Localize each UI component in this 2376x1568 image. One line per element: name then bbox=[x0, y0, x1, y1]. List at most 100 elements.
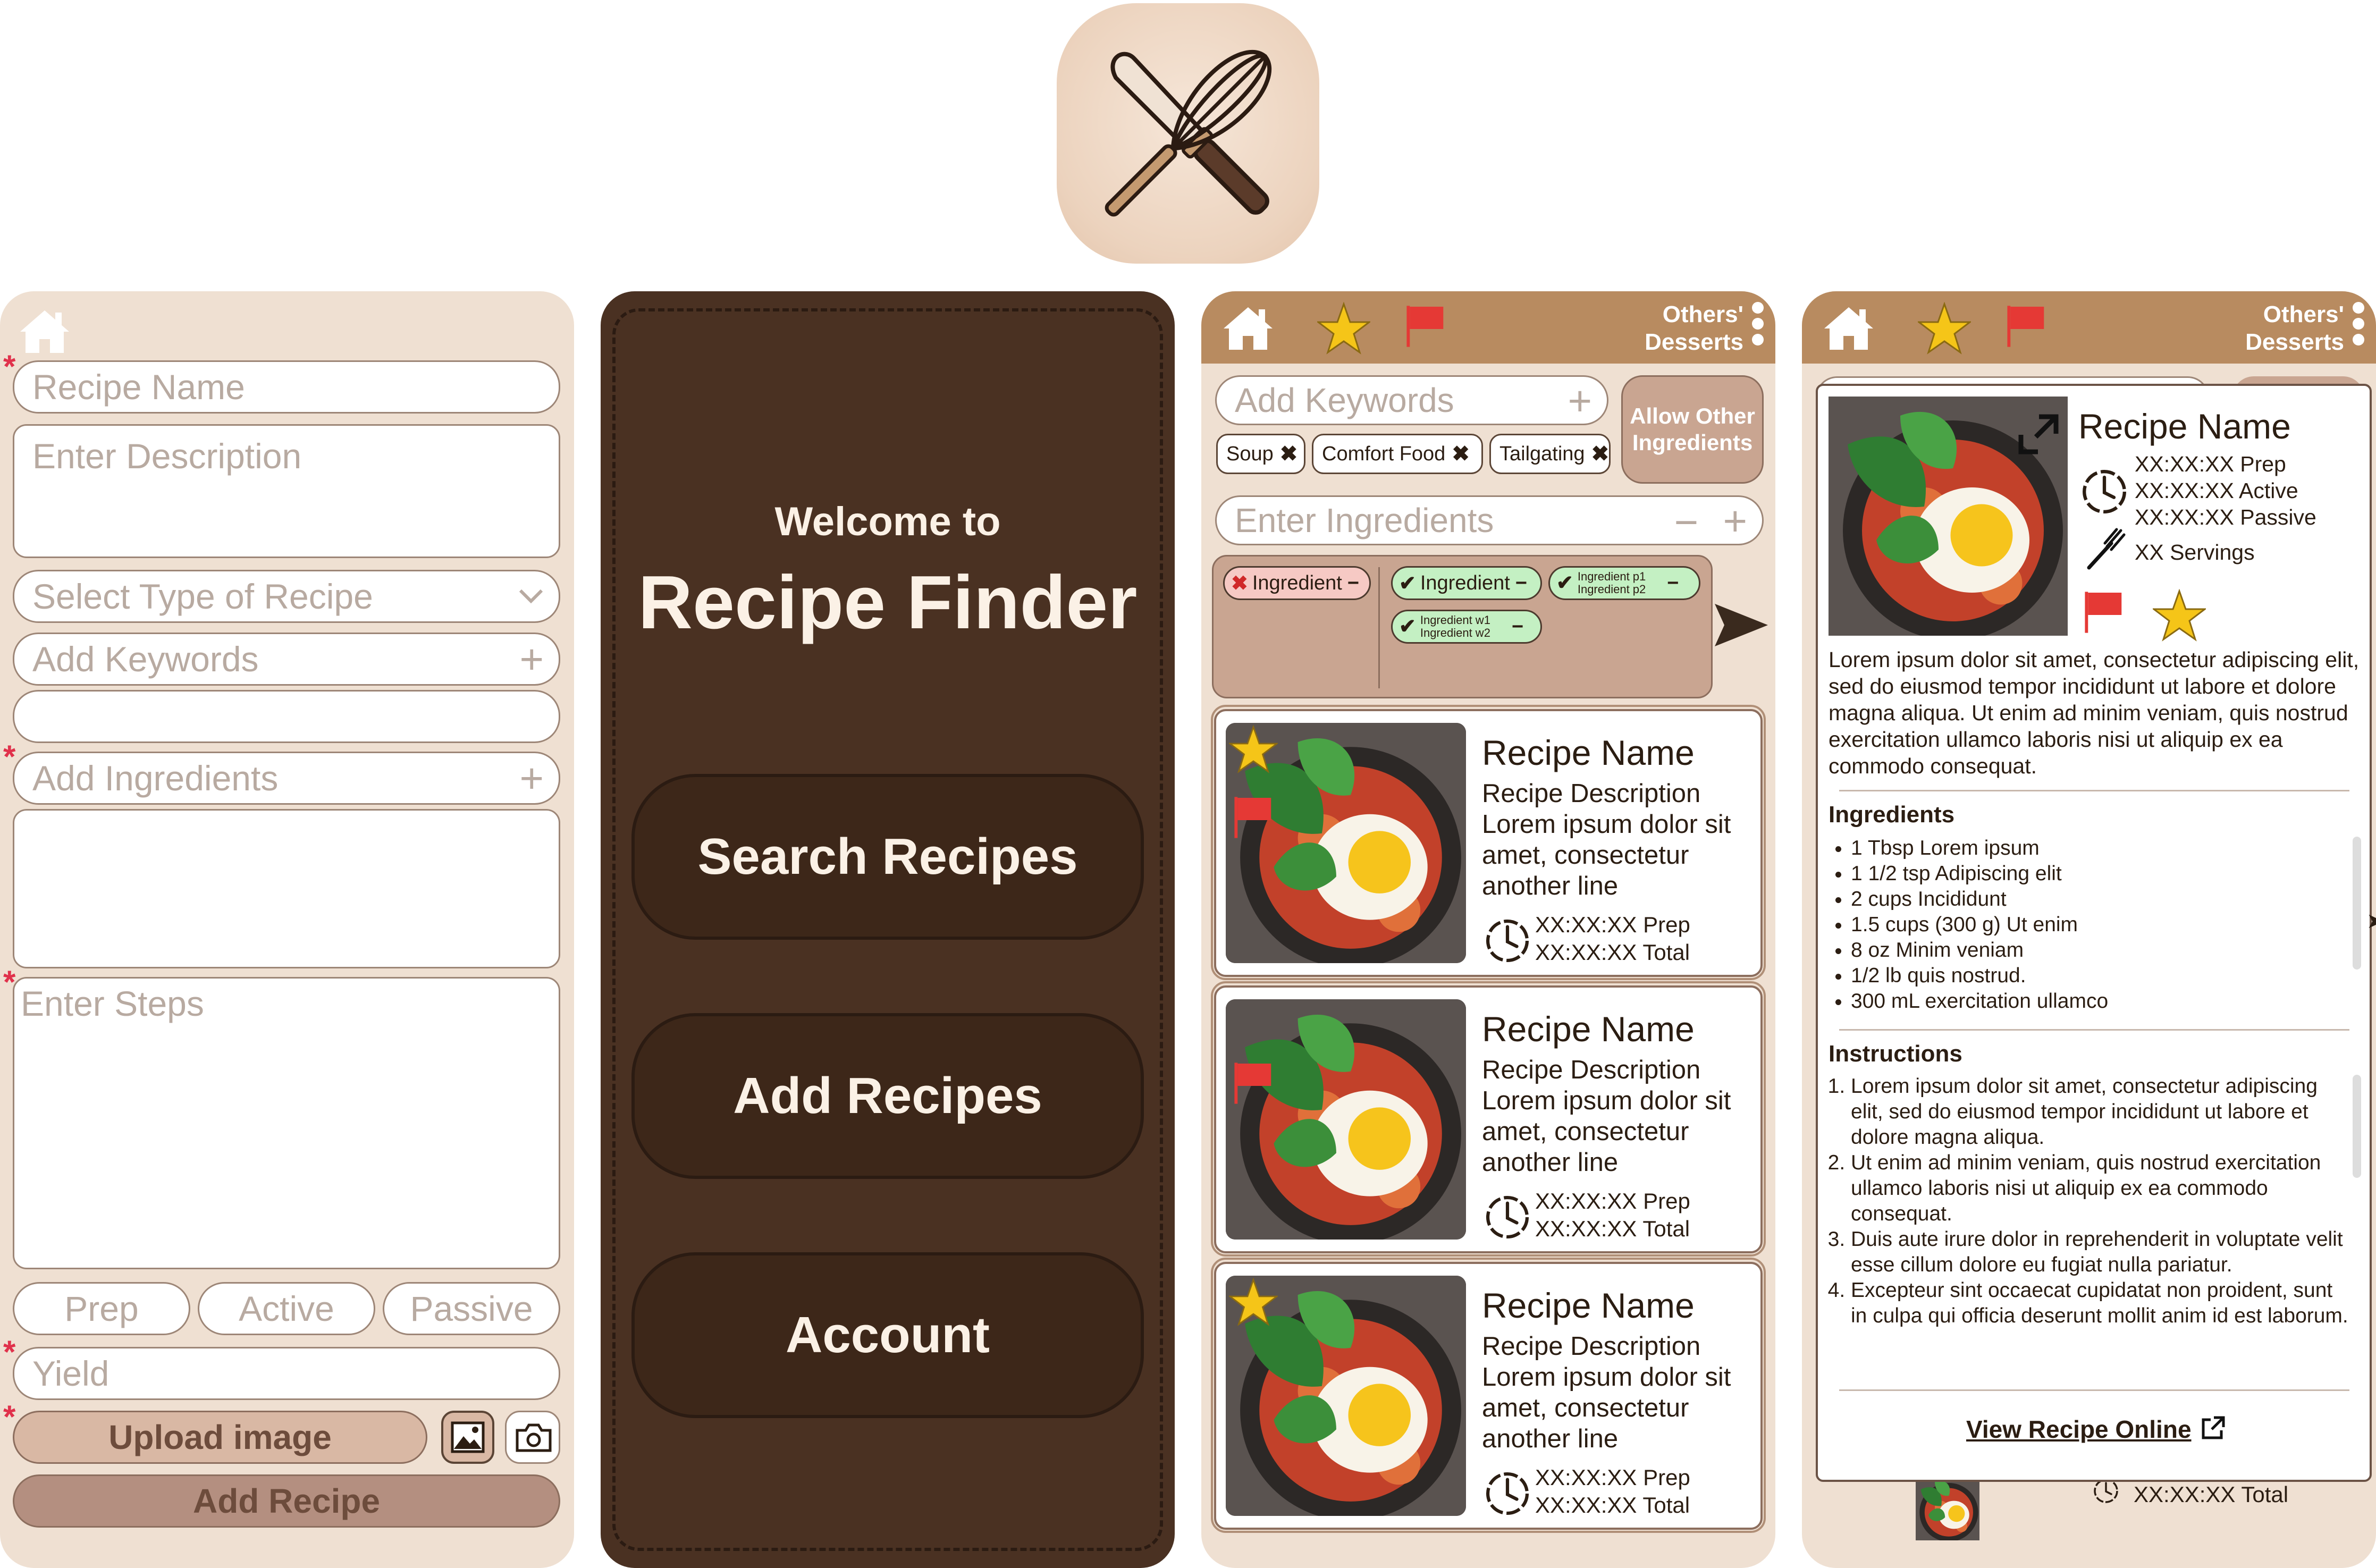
view-online-link[interactable]: View Recipe Online bbox=[1818, 1415, 2370, 1444]
home-icon[interactable] bbox=[18, 307, 71, 355]
underlying-total-time: XX:XX:XX Total bbox=[2134, 1482, 2289, 1507]
favorite-star-icon[interactable] bbox=[1229, 1278, 1278, 1327]
clock-icon bbox=[1484, 1470, 1531, 1517]
clock-icon bbox=[2080, 468, 2128, 516]
result-prep: XX:XX:XX Prep bbox=[1535, 1188, 1690, 1213]
more-menu-icon[interactable] bbox=[1752, 302, 1765, 350]
result-times: XX:XX:XX Prep XX:XX:XX Total bbox=[1535, 1187, 1690, 1243]
alt-ingredient-label: Ingredient w2 bbox=[1420, 626, 1490, 639]
favorite-star-icon[interactable] bbox=[1229, 725, 1278, 774]
check-icon: ✔ bbox=[1556, 572, 1573, 594]
result-total: XX:XX:XX Total bbox=[1535, 1493, 1690, 1518]
remove-icon[interactable]: − bbox=[1347, 572, 1359, 595]
ingredient-item: 1.5 cups (300 g) Ut enim bbox=[1851, 912, 2370, 938]
clock-icon bbox=[1484, 1194, 1531, 1241]
add-recipe-submit-button[interactable]: Add Recipe bbox=[13, 1474, 560, 1528]
active-time-input[interactable]: Active bbox=[198, 1282, 375, 1335]
ingredients-search-input[interactable]: Enter Ingredients − + bbox=[1215, 495, 1764, 545]
flagged-icon[interactable] bbox=[2003, 300, 2048, 353]
remove-icon[interactable]: − bbox=[1667, 573, 1679, 593]
remove-chip-icon[interactable]: ✖ bbox=[1591, 442, 1610, 466]
allow-other-ingredients-toggle[interactable]: Allow Other Ingredients bbox=[1621, 375, 1764, 484]
recipe-name-input[interactable]: Recipe Name bbox=[13, 360, 560, 414]
result-card[interactable]: Recipe Name Recipe Description Lorem ipsu… bbox=[1214, 1262, 1763, 1530]
more-menu-icon[interactable] bbox=[2353, 302, 2365, 350]
search-keywords-input[interactable]: Add Keywords + bbox=[1215, 375, 1608, 425]
add-keyword-plus-icon[interactable]: + bbox=[1568, 380, 1592, 421]
description-textarea[interactable]: Enter Description bbox=[13, 424, 560, 558]
keywords-placeholder: Add Keywords bbox=[32, 639, 259, 679]
ingredients-list bbox=[13, 809, 560, 968]
favorites-star-icon[interactable] bbox=[1317, 302, 1370, 355]
keywords-list bbox=[13, 690, 560, 743]
result-description-text: Lorem ipsum dolor sit amet, consectetur … bbox=[1482, 1086, 1731, 1177]
account-button[interactable]: Account bbox=[631, 1252, 1144, 1418]
collection-label[interactable]: Others' Desserts bbox=[2245, 301, 2344, 356]
welcome-screen: Welcome to Recipe Finder Search Recipes … bbox=[601, 291, 1175, 1568]
remove-chip-icon[interactable]: ✖ bbox=[1452, 442, 1470, 466]
gallery-button[interactable] bbox=[441, 1411, 494, 1464]
passive-time-input[interactable]: Passive bbox=[383, 1282, 560, 1335]
ingredients-list: 1 Tbsp Lorem ipsum 1 1/2 tsp Adipiscing … bbox=[1818, 836, 2370, 1014]
upload-image-button[interactable]: Upload image bbox=[13, 1411, 427, 1464]
flag-icon[interactable] bbox=[1230, 1057, 1275, 1110]
keyword-chip-label: Soup bbox=[1226, 442, 1274, 465]
include-ingredient-plus-icon[interactable]: + bbox=[1723, 500, 1747, 542]
flagged-icon[interactable] bbox=[1402, 300, 1447, 353]
camera-button[interactable] bbox=[505, 1411, 560, 1464]
expand-icon[interactable] bbox=[2018, 414, 2059, 455]
send-search-icon[interactable] bbox=[1713, 600, 1770, 651]
collection-label-line1: Others' bbox=[2263, 301, 2344, 327]
top-bar: Others' Desserts bbox=[1201, 291, 1775, 364]
result-card[interactable]: Recipe Name Recipe Description Lorem ipsu… bbox=[1214, 985, 1763, 1253]
whisk-knife-icon bbox=[1105, 49, 1272, 217]
instructions-scrollbar[interactable] bbox=[2353, 1075, 2361, 1178]
favorite-star-icon[interactable] bbox=[2153, 589, 2206, 642]
collection-label-line1: Others' bbox=[1662, 301, 1743, 327]
ingredients-heading: Ingredients bbox=[1829, 802, 1955, 828]
divider bbox=[1839, 1389, 2349, 1391]
instruction-step: Excepteur sint occaecat cupidatat non pr… bbox=[1851, 1278, 2350, 1329]
detail-passive: XX:XX:XX Passive bbox=[2135, 505, 2316, 529]
remove-icon[interactable]: − bbox=[1512, 617, 1523, 637]
yield-input[interactable]: Yield bbox=[13, 1347, 560, 1400]
ingredients-scrollbar[interactable] bbox=[2353, 837, 2361, 970]
alternative-ingredient-chip[interactable]: ✔ Ingredient p1 Ingredient p2 − bbox=[1548, 566, 1700, 600]
favorites-star-icon[interactable] bbox=[1918, 302, 1971, 355]
excluded-ingredient-chip[interactable]: ✖ Ingredient − bbox=[1223, 566, 1371, 600]
keyword-chip: Soup ✖ bbox=[1216, 434, 1305, 474]
recipe-type-select[interactable]: Select Type of Recipe bbox=[13, 570, 560, 623]
add-recipes-button[interactable]: Add Recipes bbox=[631, 1013, 1144, 1179]
remove-icon[interactable]: − bbox=[1515, 572, 1527, 595]
result-description-text: Lorem ipsum dolor sit amet, consectetur … bbox=[1482, 1363, 1731, 1453]
prep-time-input[interactable]: Prep bbox=[13, 1282, 190, 1335]
detail-summary: Lorem ipsum dolor sit amet, consectetur … bbox=[1829, 647, 2360, 778]
add-keyword-plus-icon[interactable]: + bbox=[519, 638, 544, 680]
add-ingredient-plus-icon[interactable]: + bbox=[519, 757, 544, 799]
flag-icon[interactable] bbox=[2080, 586, 2125, 639]
ingredients-input[interactable]: Add Ingredients + bbox=[13, 752, 560, 805]
home-icon[interactable] bbox=[1822, 304, 1875, 352]
result-card[interactable]: Recipe Name Recipe Description Lorem ipsu… bbox=[1214, 709, 1763, 977]
recipe-detail-modal: Recipe Name XX:XX:XX Prep XX:XX:XX Activ… bbox=[1816, 384, 2372, 1482]
detail-prep: XX:XX:XX Prep bbox=[2135, 452, 2286, 476]
collection-label[interactable]: Others' Desserts bbox=[1645, 301, 1743, 356]
underlying-recipe-photo bbox=[1827, 1477, 2068, 1540]
ingredient-item: 300 mL exercitation ullamco bbox=[1851, 989, 2370, 1014]
home-icon[interactable] bbox=[1221, 304, 1275, 352]
ingredient-item: 1/2 lb quis nostrud. bbox=[1851, 963, 2370, 989]
remove-chip-icon[interactable]: ✖ bbox=[1280, 442, 1298, 466]
flag-icon[interactable] bbox=[1230, 791, 1275, 844]
app-logo bbox=[1057, 3, 1319, 264]
keywords-input[interactable]: Add Keywords + bbox=[13, 633, 560, 686]
add-recipe-screen: * Recipe Name Enter Description Select T… bbox=[0, 291, 574, 1568]
steps-textarea[interactable]: Enter Steps bbox=[13, 977, 560, 1269]
included-ingredient-chip[interactable]: ✔ Ingredient − bbox=[1391, 566, 1542, 600]
result-description-heading: Recipe Description bbox=[1482, 1056, 1701, 1084]
exclude-ingredient-minus-icon[interactable]: − bbox=[1674, 501, 1698, 543]
divider bbox=[1839, 1029, 2349, 1031]
result-description: Recipe Description Lorem ipsum dolor sit … bbox=[1482, 1331, 1758, 1454]
alternative-ingredient-chip[interactable]: ✔ Ingredient w1 Ingredient w2 − bbox=[1391, 610, 1542, 644]
search-recipes-button[interactable]: Search Recipes bbox=[631, 774, 1144, 940]
ingredient-filter-area: ✖ Ingredient − ✔ Ingredient − ✔ Ingredient p1… bbox=[1212, 555, 1713, 698]
